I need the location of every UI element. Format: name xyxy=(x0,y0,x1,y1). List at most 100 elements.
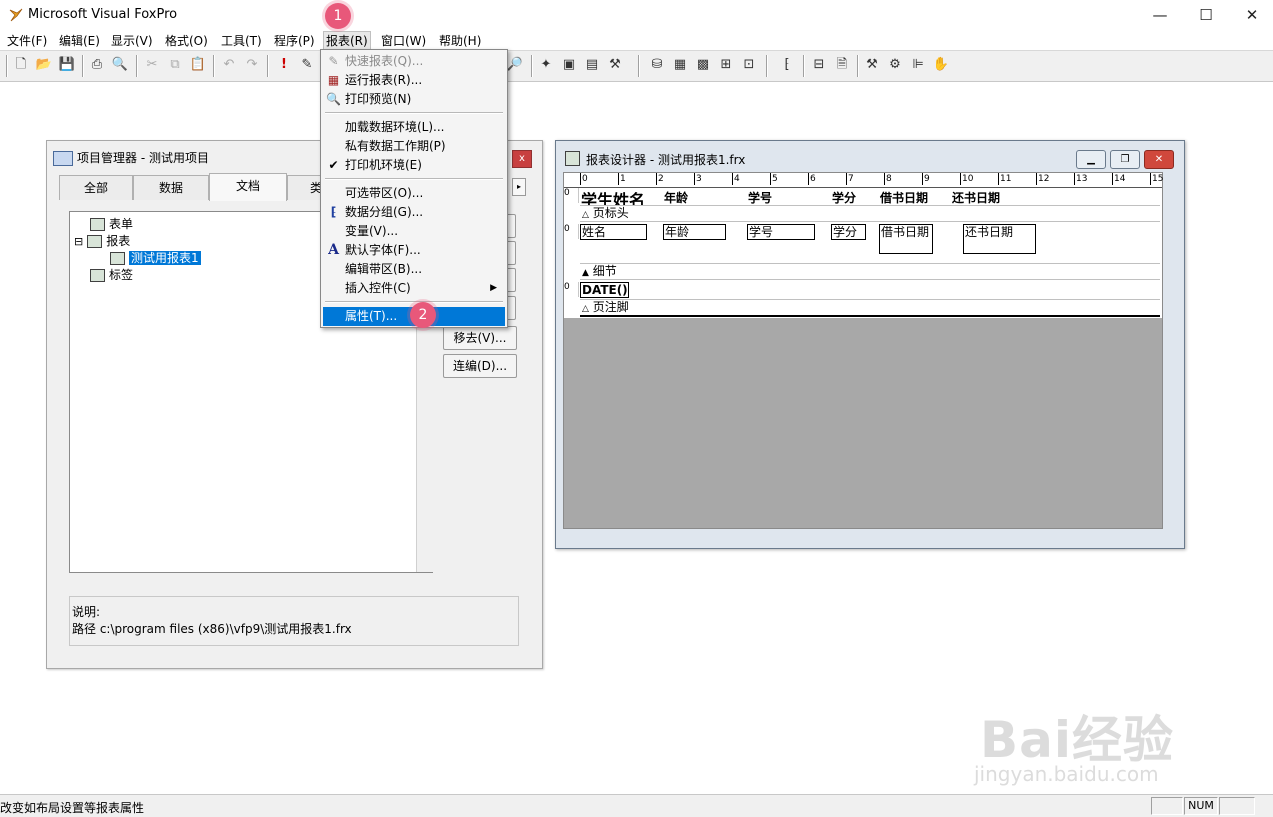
menu-item-printer-env[interactable]: ✔ 打印机环境(E) xyxy=(323,156,505,175)
report-canvas[interactable]: 0 1 2 3 4 5 6 7 8 9 10 11 12 13 14 15 0 … xyxy=(563,172,1163,529)
menu-item-run-report[interactable]: ▦ 运行报表(R)... xyxy=(323,71,505,90)
menu-item-optional-bands[interactable]: 可选带区(O)... xyxy=(323,184,505,203)
band-page-footer[interactable]: △ 页注脚 xyxy=(580,299,1160,317)
menu-window[interactable]: 窗口(W) xyxy=(379,32,428,49)
menu-item-load-data-env[interactable]: 加载数据环境(L)... xyxy=(323,118,505,137)
ruler-mark: 10 xyxy=(960,173,974,185)
undo-icon[interactable]: ↶ xyxy=(220,56,238,74)
project-manager-close-button[interactable]: x xyxy=(512,150,532,168)
form-design-icon[interactable]: ▣ xyxy=(560,56,578,74)
menu-file[interactable]: 文件(F) xyxy=(5,32,49,49)
tree-item-forms[interactable]: 表单 xyxy=(90,215,133,232)
open-folder-icon[interactable]: 📂 xyxy=(35,56,53,74)
copy-icon[interactable]: ⧉ xyxy=(166,56,184,74)
detail-field-credit[interactable]: 学分 xyxy=(831,224,866,240)
check-icon: ✔ xyxy=(328,158,339,172)
ruler-mark: 3 xyxy=(694,173,702,185)
menu-item-edit-bands[interactable]: 编辑带区(B)... xyxy=(323,260,505,279)
menu-item-variables[interactable]: 变量(V)... xyxy=(323,222,505,241)
builder-icon[interactable]: ✋ xyxy=(932,56,950,74)
app-title: Microsoft Visual FoxPro xyxy=(28,7,178,22)
tools-icon[interactable]: ⚒ xyxy=(606,56,624,74)
print-preview-toolbar-icon[interactable]: 🔍 xyxy=(111,56,129,74)
tree-item-reports[interactable]: ⊟ 报表 xyxy=(74,232,130,249)
status-num-lock: NUM xyxy=(1184,797,1218,815)
detail-field-age[interactable]: 年龄 xyxy=(663,224,726,240)
report-designer-restore-button[interactable]: ❐ xyxy=(1110,150,1140,169)
data-grouping-icon[interactable]: ⁅ xyxy=(778,56,796,74)
report-designer-title: 报表设计器 - 测试用报表1.frx xyxy=(586,153,746,167)
menu-view[interactable]: 显示(V) xyxy=(109,32,155,49)
build-icon[interactable]: ⚒ xyxy=(863,56,881,74)
build-button[interactable]: 连编(D)... xyxy=(443,354,517,378)
minimize-button[interactable]: — xyxy=(1137,0,1183,30)
debug-icon[interactable]: ⚙ xyxy=(886,56,904,74)
tab-documents[interactable]: 文档 xyxy=(209,173,287,201)
run-icon[interactable]: ! xyxy=(275,56,293,74)
table-icon[interactable]: ▦ xyxy=(671,56,689,74)
header-credit[interactable]: 学分 xyxy=(832,189,856,206)
menu-edit[interactable]: 编辑(E) xyxy=(57,32,102,49)
query-icon[interactable]: ⊞ xyxy=(717,56,735,74)
connection-icon[interactable]: ⊟ xyxy=(810,56,828,74)
report-menu-dropdown: ✎ 快速报表(Q)... ▦ 运行报表(R)... 🔍 打印预览(N) 加载数据环境(… xyxy=(320,49,508,328)
tab-scroll-right-button[interactable]: ▸ xyxy=(512,178,526,196)
align-icon[interactable]: ⊫ xyxy=(909,56,927,74)
menu-format[interactable]: 格式(O) xyxy=(163,32,210,49)
ruler-mark: 14 xyxy=(1112,173,1126,185)
header-student-id[interactable]: 学号 xyxy=(748,189,772,206)
report-designer-minimize-button[interactable]: ▁ xyxy=(1076,150,1106,169)
menu-item-print-preview[interactable]: 🔍 打印预览(N) xyxy=(323,90,505,109)
menu-help[interactable]: 帮助(H) xyxy=(437,32,483,49)
band-row-marker: 0 xyxy=(564,282,579,297)
save-icon[interactable]: 💾 xyxy=(58,56,76,74)
report-design-icon[interactable]: ▤ xyxy=(583,56,601,74)
menu-item-private-data-session[interactable]: 私有数据工作期(P) xyxy=(323,137,505,156)
tree-item-test-report[interactable]: 测试用报表1 xyxy=(110,249,201,266)
tree-item-labels[interactable]: 标签 xyxy=(90,266,133,283)
form-wizard-icon[interactable]: ✦ xyxy=(537,56,555,74)
detail-field-borrow-date[interactable]: 借书日期 xyxy=(879,224,933,254)
band-page-header[interactable]: △ 页标头 xyxy=(580,205,1160,222)
menu-item-default-font[interactable]: A 默认字体(F)... xyxy=(323,241,505,260)
band-detail[interactable]: ▲ 细节 xyxy=(580,263,1160,280)
document-icon[interactable]: 🗎 xyxy=(833,56,851,74)
zoom-icon[interactable]: 🔎 xyxy=(506,56,524,74)
watermark-url: jingyan.baidu.com xyxy=(974,762,1159,786)
band-row-marker: 0 xyxy=(564,188,579,203)
remove-button[interactable]: 移去(V)... xyxy=(443,326,517,350)
modify-icon[interactable]: ✎ xyxy=(298,56,316,74)
menu-program[interactable]: 程序(P) xyxy=(272,32,317,49)
view-icon[interactable]: ⊡ xyxy=(740,56,758,74)
redo-icon[interactable]: ↷ xyxy=(243,56,261,74)
tab-data[interactable]: 数据 xyxy=(133,175,209,200)
ruler-mark: 11 xyxy=(998,173,1012,185)
database-icon[interactable]: ⛁ xyxy=(648,56,666,74)
detail-field-return-date[interactable]: 还书日期 xyxy=(963,224,1036,254)
menu-tools[interactable]: 工具(T) xyxy=(219,32,264,49)
menu-report[interactable]: 报表(R) xyxy=(323,31,371,50)
menu-item-quick-report[interactable]: ✎ 快速报表(Q)... xyxy=(323,52,505,71)
menu-item-data-grouping[interactable]: ⁅ 数据分组(G)... xyxy=(323,203,505,222)
header-return-date[interactable]: 还书日期 xyxy=(952,189,1000,206)
toolbar-separator xyxy=(82,55,84,77)
header-borrow-date[interactable]: 借书日期 xyxy=(880,189,928,206)
step-badge-1: 1 xyxy=(325,3,351,29)
collapse-icon[interactable]: ⊟ xyxy=(74,235,83,248)
maximize-button[interactable]: ☐ xyxy=(1183,0,1229,30)
status-panel-empty xyxy=(1151,797,1183,815)
paste-icon[interactable]: 📋 xyxy=(189,56,207,74)
report-designer-close-button[interactable]: ✕ xyxy=(1144,150,1174,169)
grid-icon[interactable]: ▩ xyxy=(694,56,712,74)
cut-icon[interactable]: ✂ xyxy=(143,56,161,74)
footer-field-date[interactable]: DATE() xyxy=(580,282,629,298)
new-file-icon[interactable]: 🗋 xyxy=(12,56,30,74)
header-age[interactable]: 年龄 xyxy=(664,189,688,206)
tab-all[interactable]: 全部 xyxy=(59,175,133,200)
menu-item-insert-control[interactable]: 插入控件(C) ▶ xyxy=(323,279,505,298)
detail-field-id[interactable]: 学号 xyxy=(747,224,815,240)
report-page-area[interactable]: 0 0 0 学生姓名 年龄 学号 学分 借书日期 还书日期 △ 页标头 姓名 年… xyxy=(564,188,1162,318)
print-icon[interactable]: ⎙ xyxy=(88,56,106,74)
detail-field-name[interactable]: 姓名 xyxy=(580,224,647,240)
close-button[interactable]: ✕ xyxy=(1229,0,1273,30)
